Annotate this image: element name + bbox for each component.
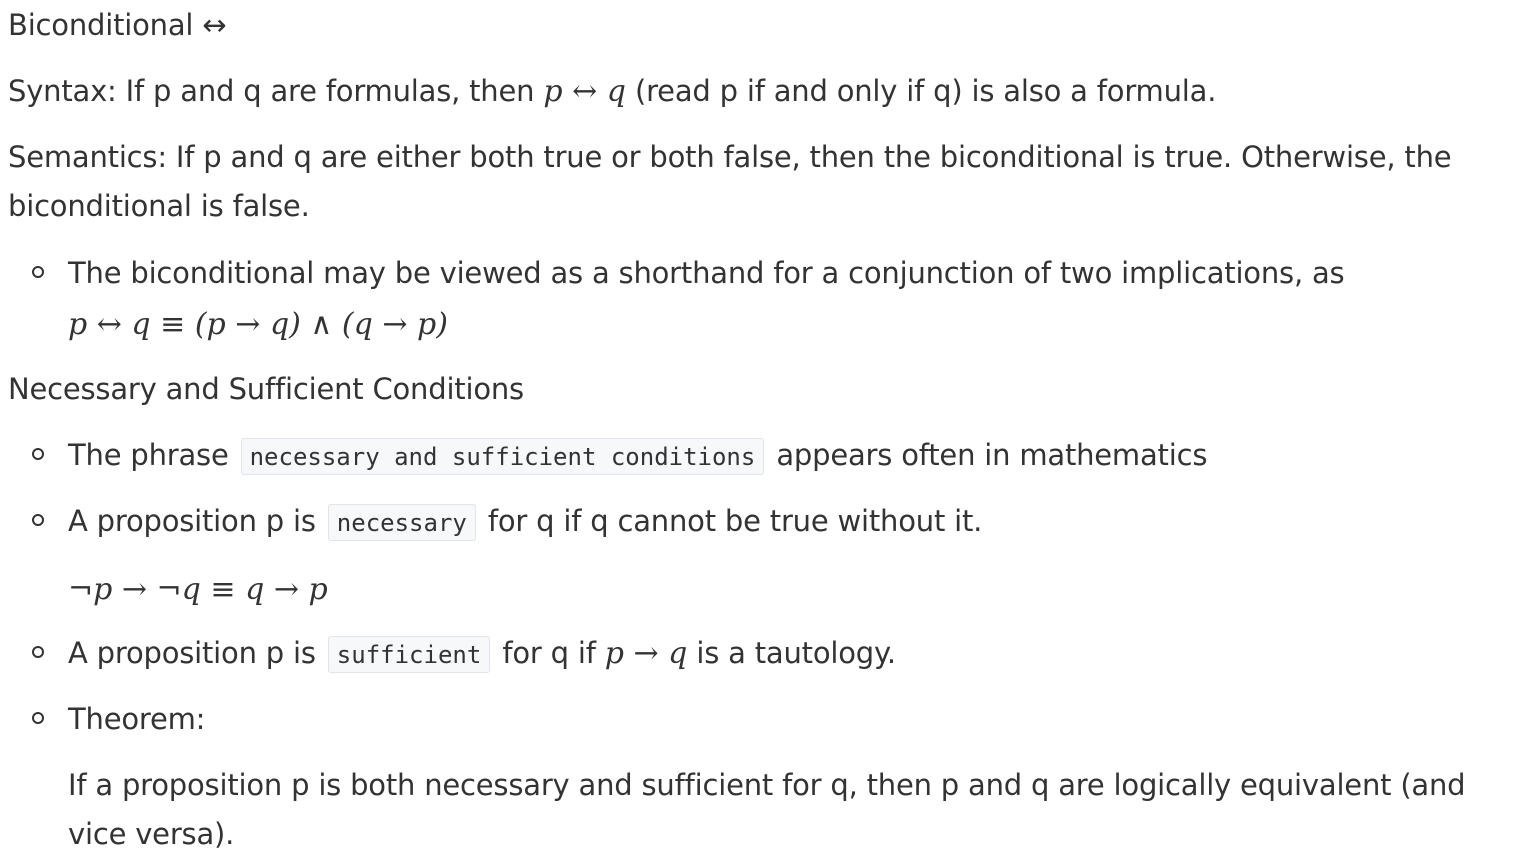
- inline-code: sufficient: [327, 636, 491, 673]
- necessary-suffix: for q if q cannot be true without it.: [478, 504, 983, 538]
- theorem-label: Theorem:: [68, 702, 206, 736]
- necessary-math: ¬p → ¬q ≡ q → p: [68, 572, 328, 607]
- syntax-math: p ↔ q: [543, 74, 626, 109]
- necessary-prefix: A proposition p is: [68, 504, 325, 538]
- phrase-prefix: The phrase: [68, 438, 238, 472]
- theorem-text-line-2: vice versa).: [68, 817, 235, 851]
- bullet-marker: [32, 448, 44, 460]
- sufficient-suffix: is a tautology.: [687, 636, 896, 670]
- phrase-bullet: The phrase necessary and sufficient cond…: [68, 430, 1207, 482]
- inline-code: necessary and sufficient conditions: [240, 438, 765, 475]
- biconditional-equivalence-math: p ↔ q ≡ (p → q) ∧ (q → p): [68, 307, 448, 342]
- inline-code: necessary: [327, 504, 476, 541]
- necessary-bullet: A proposition p is necessary for q if q …: [68, 496, 982, 548]
- sufficient-math: p → q: [604, 636, 688, 671]
- bullet-marker: [32, 646, 44, 658]
- biconditional-bullet-text: The biconditional may be viewed as a sho…: [68, 256, 1345, 290]
- syntax-prefix: Syntax: If p and q are formulas, then: [8, 74, 544, 108]
- phrase-suffix: appears often in mathematics: [767, 438, 1208, 472]
- bullet-marker: [32, 266, 44, 278]
- semantics-line-2: biconditional is false.: [8, 189, 310, 223]
- sufficient-prefix: A proposition p is: [68, 636, 325, 670]
- syntax-suffix: (read p if and only if q) is also a form…: [625, 74, 1217, 108]
- bullet-marker: [32, 712, 44, 724]
- sufficient-bullet: A proposition p is sufficient for q if p…: [68, 628, 896, 680]
- theorem-text-line-1: If a proposition p is both necessary and…: [68, 768, 1466, 802]
- heading-biconditional: Biconditional ↔: [8, 8, 227, 42]
- sufficient-middle: for q if: [493, 636, 605, 670]
- bullet-marker: [32, 514, 44, 526]
- heading-necessary-sufficient: Necessary and Sufficient Conditions: [8, 372, 524, 406]
- semantics-line-1: Semantics: If p and q are either both tr…: [8, 140, 1452, 174]
- syntax-paragraph: Syntax: If p and q are formulas, then p …: [8, 66, 1216, 117]
